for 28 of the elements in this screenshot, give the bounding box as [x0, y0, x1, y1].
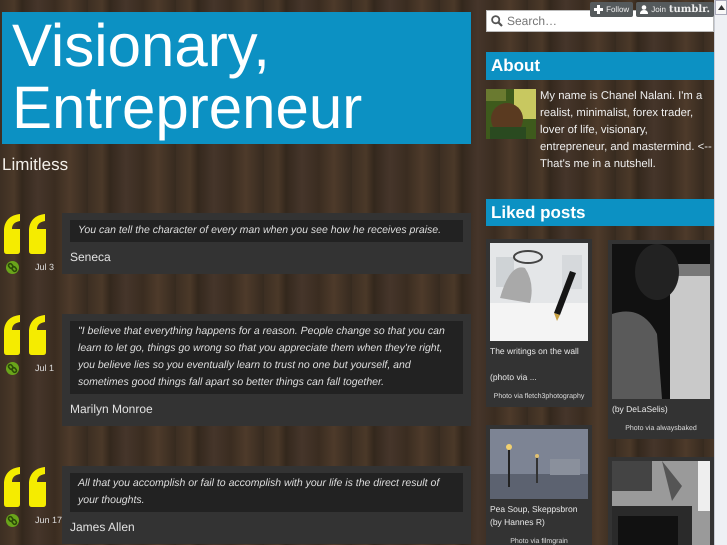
quote-text: All that you accomplish or fail to accomplish with your life is the direct result of your thoughts.	[70, 473, 463, 512]
section-heading: About	[486, 52, 714, 80]
blog-title[interactable]: Visionary, Entrepreneur	[2, 12, 471, 144]
caret-icon	[718, 5, 724, 10]
quote-source: James Allen	[70, 519, 136, 536]
section-heading: Liked posts	[486, 198, 714, 226]
quote-text: "I believe that everything happens for a reason. People change so that you can learn to let go, things go wrong so that you appreciate them when they're right, you believe lies so you eventually learn to trust no one but yourself, and sometimes good things fall apart so better things can fall together.	[70, 321, 463, 394]
plus-icon	[594, 5, 604, 14]
link-icon[interactable]	[6, 362, 19, 376]
person-icon	[640, 5, 648, 14]
post-date[interactable]: Jul 1	[35, 362, 54, 376]
post-date[interactable]: Jul 3	[35, 260, 54, 274]
link-icon[interactable]	[6, 260, 19, 274]
follow-button[interactable]: Follow	[590, 2, 634, 17]
blog-description: Limitless	[2, 154, 70, 176]
quote-source: Marilyn Monroe	[70, 401, 154, 418]
join-button[interactable]: Join tumblr.	[636, 2, 714, 17]
avatar	[486, 88, 536, 138]
post-caption: (by DeLaSelis)	[612, 403, 669, 416]
quote-source: Seneca	[70, 248, 112, 266]
post-caption: Pea Soup, Skeppsbron (by Hannes R)	[490, 503, 578, 529]
scroll-up-button[interactable]	[715, 0, 727, 15]
post-caption: The writings on the wall	[490, 345, 580, 358]
post-caption: (photo via ...	[490, 371, 538, 384]
about-text: My name is Chanel Nalani. I'm a realist, minimalist, forex trader, lover of life, visionary, entrepreneur, and mastermind. <-- That's me in a nutshell.	[540, 88, 713, 172]
quote-text: You can tell the character of every man when you see how he receives praise.	[70, 220, 463, 242]
post-date[interactable]: Jun 17	[34, 514, 62, 528]
link-icon[interactable]	[6, 514, 19, 528]
